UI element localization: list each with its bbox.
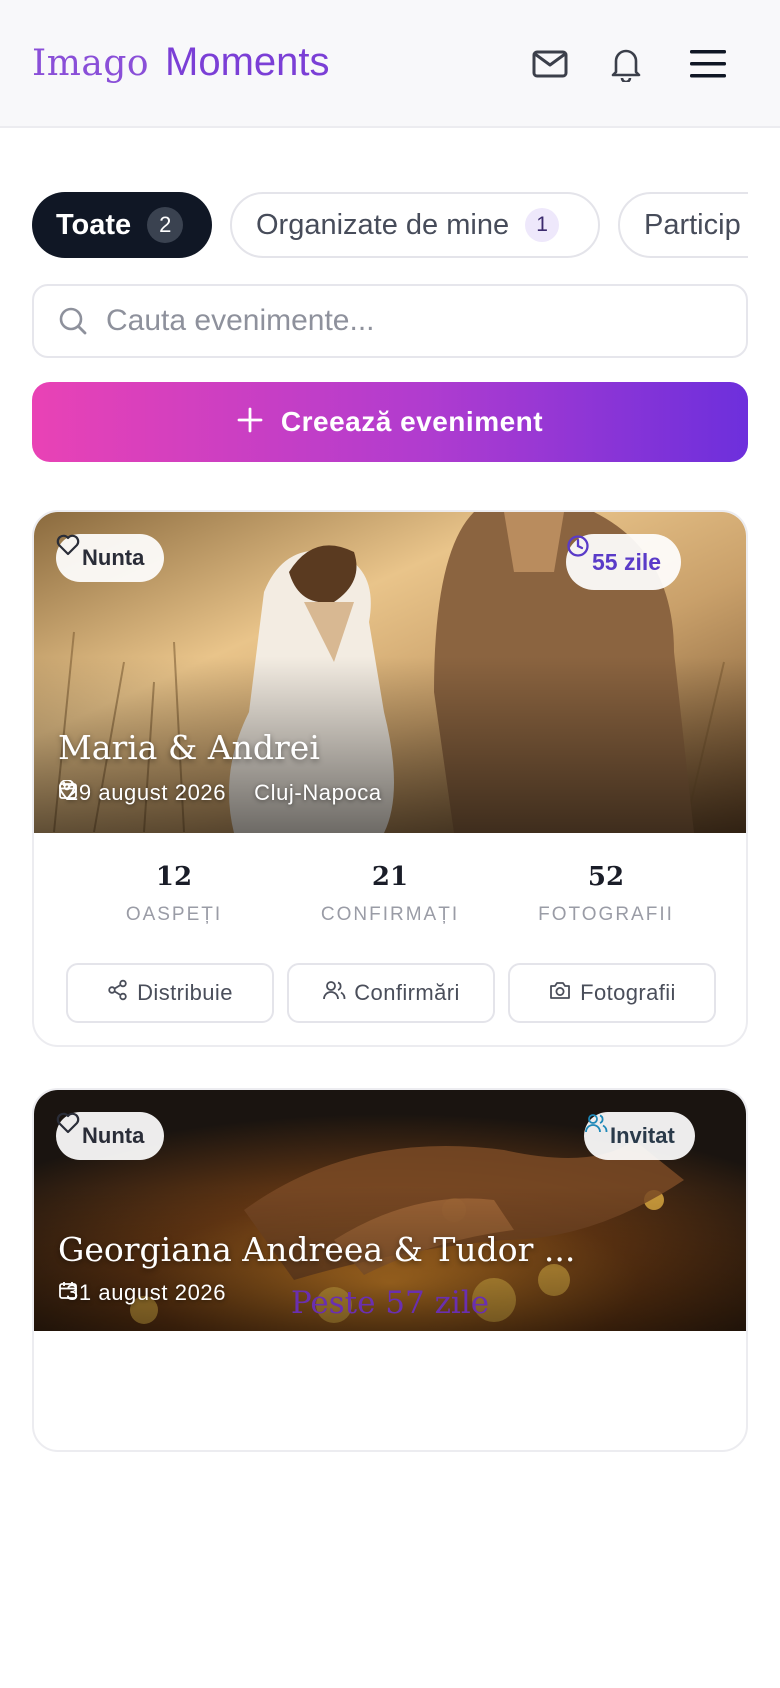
event-type-badge: Nunta [56,1112,165,1160]
logo-text-imago: Imago [32,43,150,84]
app-logo[interactable]: Imago Moments [32,40,330,90]
users-icon [322,979,346,1007]
event-type-label: Nunta [82,1123,145,1148]
share-label: Distribuie [137,980,233,1005]
tab-organized-label: Organizate de mine [256,208,510,241]
tab-all[interactable]: Toate 2 [32,192,212,258]
stat-photos-label: FOTOGRAFII [538,904,674,925]
confirmations-label: Confirmări [354,980,460,1005]
tab-all-label: Toate [56,208,132,241]
event-countdown: Peste 57 zile [290,1285,490,1321]
stat-guests: 12 OASPEȚI [66,862,282,926]
search-bar [32,284,748,358]
stat-guests-value: 12 [155,862,193,892]
invited-label: Invitat [610,1123,675,1148]
share-icon [107,979,129,1007]
event-cover-image: Nunta 55 zile Maria & Andrei 29 august 2… [34,512,746,833]
photos-label: Fotografii [580,980,676,1005]
event-card[interactable]: Nunta 55 zile Maria & Andrei 29 august 2… [32,510,748,1047]
days-left-badge: 55 zile [566,534,682,590]
event-date: 29 august 2026 [66,780,227,805]
stat-guests-label: OASPEȚI [125,904,223,925]
event-type-badge: Nunta [56,534,165,582]
stat-confirmed: 21 CONFIRMAȚI [282,862,498,926]
menu-icon[interactable] [684,40,732,88]
create-event-button[interactable]: Creează eveniment [32,382,748,462]
photos-button[interactable]: Fotografii [508,963,716,1023]
bell-icon[interactable] [602,40,650,88]
stat-photos: 52 FOTOGRAFII [498,862,714,926]
event-location: Cluj-Napoca [254,780,382,805]
event-actions: Distribuie Confirmări Fotografii [66,963,716,1023]
stat-confirmed-label: CONFIRMAȚI [320,904,460,925]
invited-badge: Invitat [584,1112,695,1160]
tab-all-count: 2 [147,207,184,243]
search-icon [56,304,90,338]
stat-confirmed-value: 21 [371,862,409,892]
create-event-label: Creează eveniment [280,406,544,437]
tab-participating-label: Particip [644,208,741,241]
camera-icon [548,979,572,1007]
stat-photos-value: 52 [587,862,625,892]
plus-icon [237,403,263,442]
tab-organized-count: 1 [525,208,560,242]
mail-icon[interactable] [526,40,574,88]
event-meta: 29 august 2026 Cluj-Napoca [58,780,402,806]
logo-text-moments: Moments [165,40,330,84]
event-title: Georgiana Andreea & Tudor ... [58,1230,576,1269]
event-filter-tabs: Toate 2 Organizate de mine 1 Particip [32,192,748,262]
event-card[interactable]: Nunta Invitat Georgiana Andreea & Tudor … [32,1088,748,1452]
event-title: Maria & Andrei [58,728,320,767]
tab-organized-by-me[interactable]: Organizate de mine 1 [230,192,600,258]
event-type-label: Nunta [82,545,145,570]
event-stats: 12 OASPEȚI 21 CONFIRMAȚI 52 FOTOGRAFII [34,862,746,942]
days-left-label: 55 zile [592,548,662,575]
confirmations-button[interactable]: Confirmări [287,963,495,1023]
app-header: Imago Moments [0,0,780,128]
search-input[interactable] [106,304,726,338]
tab-participating[interactable]: Particip [618,192,748,258]
share-button[interactable]: Distribuie [66,963,274,1023]
